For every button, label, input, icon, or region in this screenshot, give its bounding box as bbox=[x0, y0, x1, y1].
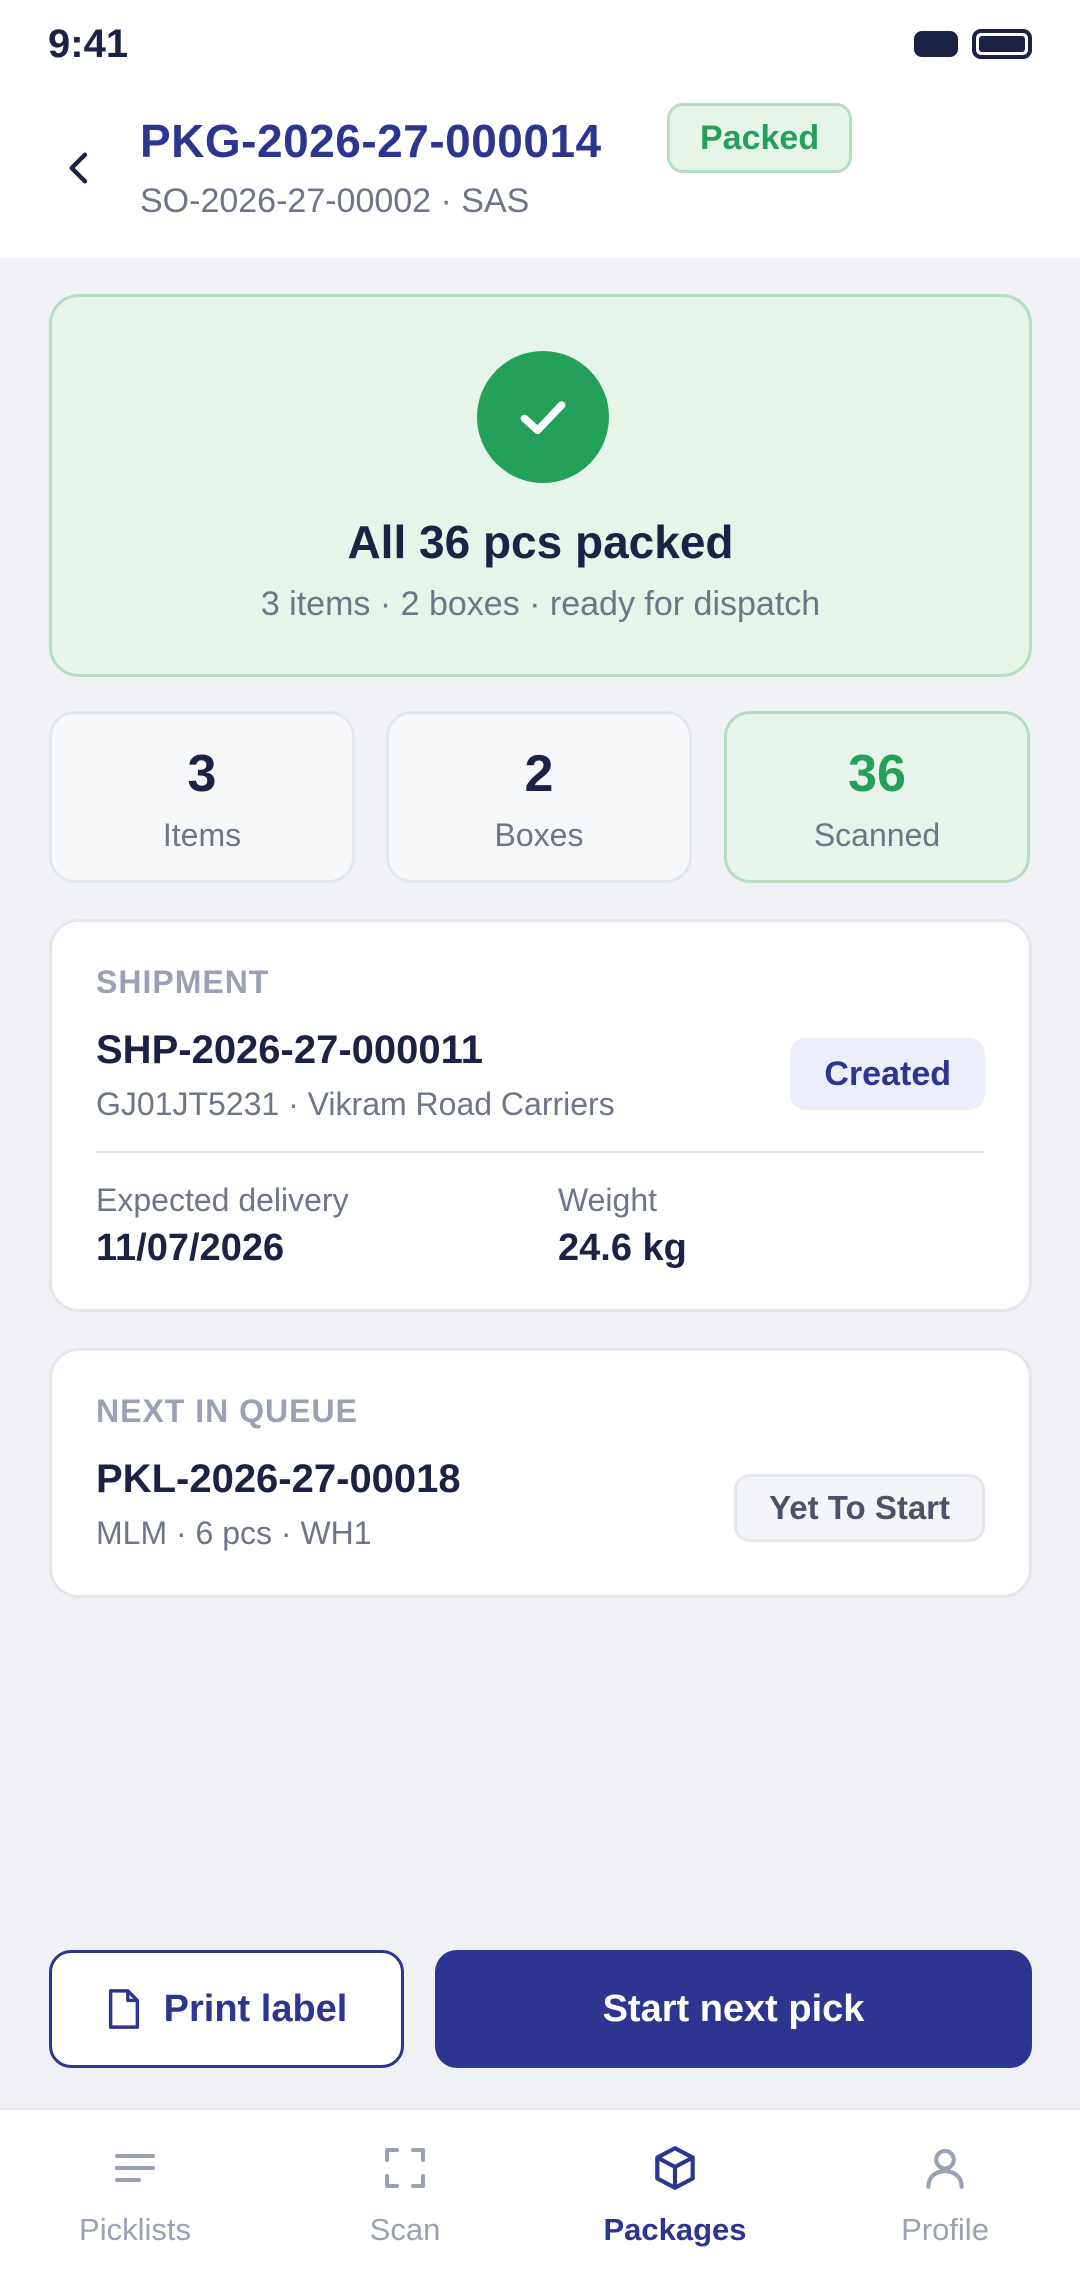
stat-items: 3 Items bbox=[49, 711, 355, 883]
profile-icon bbox=[917, 2140, 973, 2196]
print-label-text: Print label bbox=[163, 1987, 348, 2030]
status-badge: Packed bbox=[667, 103, 853, 173]
nav-label: Picklists bbox=[79, 2212, 191, 2247]
stat-boxes: 2 Boxes bbox=[386, 711, 692, 883]
shipment-detail: GJ01JT5231 · Vikram Road Carriers bbox=[96, 1086, 615, 1122]
shipment-status-badge: Created bbox=[790, 1038, 985, 1110]
stat-value: 3 bbox=[187, 745, 217, 803]
picklist-status-badge: Yet To Start bbox=[734, 1474, 985, 1542]
nav-item-profile[interactable]: Profile bbox=[810, 2110, 1080, 2280]
print-label-button[interactable]: Print label bbox=[49, 1950, 404, 2068]
signal-icon bbox=[914, 31, 958, 57]
picklist-id: PKL-2026-27-00018 bbox=[96, 1457, 461, 1501]
nav-label: Profile bbox=[901, 2212, 989, 2247]
chevron-left-icon bbox=[69, 152, 88, 184]
nav-item-scan[interactable]: Scan bbox=[270, 2110, 540, 2280]
battery-icon bbox=[972, 29, 1032, 59]
section-label: SHIPMENT bbox=[96, 964, 270, 1000]
stat-label: Items bbox=[162, 817, 242, 853]
stat-scanned: 36 Scanned bbox=[724, 711, 1030, 883]
picklist-detail: MLM · 6 pcs · WH1 bbox=[96, 1515, 372, 1551]
next-in-queue-card[interactable]: NEXT IN QUEUE PKL-2026-27-00018 MLM · 6 … bbox=[49, 1348, 1032, 1598]
expected-delivery-label: Expected delivery bbox=[96, 1182, 349, 1218]
nav-item-packages[interactable]: Packages bbox=[540, 2110, 810, 2280]
status-bar: 9:41 bbox=[0, 0, 1080, 88]
stat-value: 36 bbox=[848, 745, 906, 803]
shipment-card[interactable]: SHIPMENT SHP-2026-27-000011 GJ01JT5231 ·… bbox=[49, 919, 1032, 1312]
nav-item-picklists[interactable]: Picklists bbox=[0, 2110, 270, 2280]
weight-label: Weight bbox=[558, 1182, 658, 1218]
nav-label: Packages bbox=[603, 2212, 747, 2247]
packed-summary-card: All 36 pcs packed 3 items · 2 boxes · re… bbox=[49, 294, 1032, 677]
list-icon bbox=[107, 2140, 163, 2196]
stat-label: Scanned bbox=[813, 817, 941, 853]
nav-label: Scan bbox=[369, 2212, 441, 2247]
page-subtitle: SO-2026-27-00002 · SAS bbox=[140, 182, 530, 220]
page-header: PKG-2026-27-000014 Packed SO-2026-27-000… bbox=[0, 88, 1080, 258]
page-title: PKG-2026-27-000014 bbox=[140, 115, 602, 167]
divider bbox=[96, 1151, 985, 1153]
start-next-pick-button[interactable]: Start next pick bbox=[435, 1950, 1032, 2068]
package-icon bbox=[647, 2140, 703, 2196]
bottom-nav: Picklists Scan Packages Profile bbox=[0, 2108, 1080, 2280]
status-time: 9:41 bbox=[48, 22, 129, 66]
back-button[interactable] bbox=[50, 128, 110, 208]
packed-title: All 36 pcs packed bbox=[347, 516, 734, 568]
shipment-id: SHP-2026-27-000011 bbox=[96, 1028, 483, 1072]
section-label: NEXT IN QUEUE bbox=[96, 1393, 358, 1429]
stat-label: Boxes bbox=[494, 817, 584, 853]
scan-icon bbox=[377, 2140, 433, 2196]
document-icon bbox=[108, 1989, 139, 2029]
packed-subtitle: 3 items · 2 boxes · ready for dispatch bbox=[260, 585, 821, 623]
weight-value: 24.6 kg bbox=[558, 1227, 687, 1269]
expected-delivery-value: 11/07/2026 bbox=[96, 1227, 285, 1269]
stat-value: 2 bbox=[524, 745, 554, 803]
check-icon bbox=[477, 351, 609, 483]
